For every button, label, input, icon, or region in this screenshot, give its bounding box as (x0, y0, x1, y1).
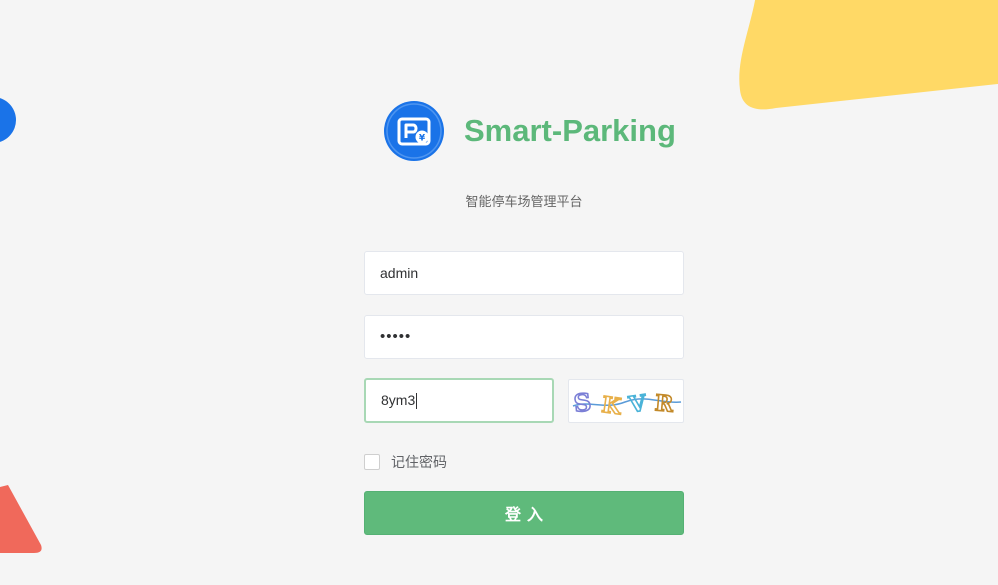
captcha-char-2: V (626, 390, 648, 418)
captcha-value: 8ym3 (381, 392, 416, 408)
captcha-char-0: S (572, 387, 592, 418)
decorative-red-triangle (0, 485, 42, 553)
app-subtitle: 智能停车场管理平台 (465, 195, 583, 210)
remember-password-row[interactable]: 记住密码 (364, 452, 447, 472)
app-logo: ¥ (384, 101, 444, 161)
remember-password-checkbox[interactable] (364, 454, 380, 470)
decorative-blue-circle (0, 97, 16, 143)
username-input[interactable]: admin (364, 251, 684, 295)
captcha-input-wrap: 8ym3 (381, 380, 537, 421)
username-value: admin (380, 265, 419, 281)
app-title: Smart-Parking (464, 113, 676, 148)
remember-password-label: 记住密码 (391, 455, 447, 471)
text-caret (416, 393, 418, 410)
password-input[interactable]: ••••• (364, 315, 684, 359)
login-button[interactable]: 登入 (364, 491, 684, 535)
captcha-char-1: K (600, 392, 623, 421)
captcha-char-3: R (654, 390, 675, 418)
decorative-yellow-shape (739, 0, 998, 110)
parking-logo-icon: ¥ (384, 101, 444, 161)
password-value: ••••• (380, 328, 412, 345)
captcha-image[interactable]: S K V R (568, 379, 684, 423)
captcha-input[interactable]: 8ym3 (364, 378, 554, 423)
svg-text:¥: ¥ (419, 134, 426, 144)
